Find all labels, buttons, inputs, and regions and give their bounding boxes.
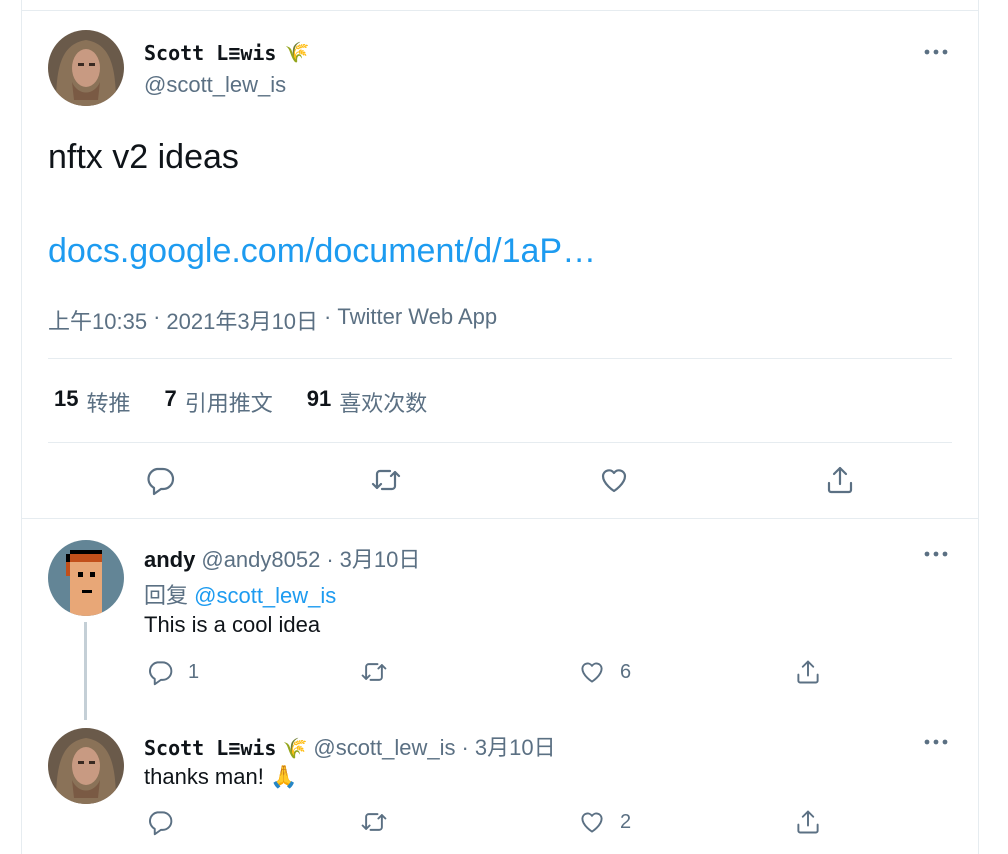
reply-bubble-icon (149, 661, 173, 686)
share-icon (797, 810, 819, 834)
replying-to-mention[interactable]: @scott_lew_is (194, 583, 336, 608)
like-count: 6 (620, 660, 632, 683)
reply-avatar[interactable] (48, 728, 124, 804)
reply-date[interactable]: 3月10日 (475, 730, 556, 762)
reply-avatar[interactable] (48, 540, 124, 616)
more-horizontal-icon[interactable] (920, 42, 952, 62)
tweet-meta: 上午10:35 · 2021年3月10日 · Twitter Web App (48, 304, 497, 336)
author-handle[interactable]: @scott_lew_is (144, 72, 286, 98)
retweet-button[interactable] (360, 658, 402, 686)
share-button[interactable] (794, 808, 822, 836)
reply-text: This is a cool idea (144, 612, 321, 637)
meta-separator: · (324, 304, 332, 329)
stat-number: 7 (164, 386, 177, 411)
dot-separator: · (326, 547, 334, 572)
reply-author-name[interactable]: andy (144, 547, 195, 573)
tweet-link[interactable]: docs.google.com/document/d/1aP… (48, 232, 596, 271)
share-icon (827, 466, 853, 494)
retweets-stat[interactable]: 15 转推 (54, 386, 131, 418)
heart-icon (581, 662, 603, 683)
wheat-emoji-icon: 🌾 (284, 42, 310, 64)
reply-date[interactable]: 3月10日 (340, 542, 421, 574)
author-display-name[interactable]: Scott L≡wis (144, 41, 276, 65)
retweet-button[interactable] (360, 808, 402, 836)
stat-label: 引用推文 (184, 391, 273, 416)
retweet-icon (361, 663, 387, 681)
top-divider (22, 10, 978, 11)
reply-bubble-icon (149, 811, 173, 836)
share-icon (797, 660, 819, 684)
stat-label: 喜欢次数 (339, 391, 428, 416)
more-horizontal-icon[interactable] (920, 732, 952, 752)
stat-label: 转推 (86, 391, 131, 416)
likes-stat[interactable]: 91 喜欢次数 (307, 386, 428, 418)
reply-author-handle[interactable]: @andy8052 (201, 547, 320, 573)
section-divider (22, 518, 978, 519)
retweet-icon (361, 813, 387, 831)
stat-number: 15 (54, 386, 79, 411)
author-avatar[interactable] (48, 30, 124, 106)
quote-tweets-stat[interactable]: 7 引用推文 (165, 386, 273, 418)
heart-icon (601, 469, 627, 493)
author-name-row[interactable]: Scott L≡wis 🌾 (144, 40, 309, 65)
divider (48, 442, 952, 443)
tweet-time[interactable]: 上午10:35 (48, 304, 147, 336)
reply-text: thanks man! 🙏 (144, 764, 298, 789)
replying-to-label: 回复 (144, 583, 189, 608)
like-button[interactable]: 6 (578, 658, 631, 686)
tweet-source-app[interactable]: Twitter Web App (337, 304, 497, 336)
reply-header: Scott L≡wis 🌾 @scott_lew_is · 3月10日 (144, 730, 556, 762)
reply-bubble-icon (147, 467, 175, 496)
tweet-detail-column: Scott L≡wis 🌾 @scott_lew_is nftx v2 idea… (21, 0, 979, 854)
heart-icon (581, 812, 603, 833)
wheat-emoji-icon: 🌾 (282, 738, 308, 760)
stat-number: 91 (306, 386, 332, 411)
reply-header: andy @andy8052 · 3月10日 (144, 542, 420, 574)
reply-author-handle[interactable]: @scott_lew_is (313, 735, 455, 761)
tweet-text: nftx v2 ideas (48, 138, 239, 176)
like-button[interactable] (598, 464, 630, 496)
retweet-button[interactable] (370, 464, 402, 496)
reply-button[interactable] (144, 464, 176, 496)
meta-separator: · (153, 304, 161, 329)
more-horizontal-icon[interactable] (920, 544, 952, 564)
dot-separator: · (461, 735, 469, 760)
like-count: 2 (620, 810, 632, 833)
tweet-date[interactable]: 2021年3月10日 (166, 304, 318, 336)
replying-to: 回复 @scott_lew_is (144, 578, 336, 610)
reply-button[interactable]: 1 (146, 658, 199, 686)
like-button[interactable]: 2 (578, 808, 631, 836)
share-button[interactable] (824, 464, 856, 496)
thread-connector (84, 622, 87, 720)
retweet-icon (371, 469, 401, 491)
reply-count: 1 (188, 660, 200, 683)
share-button[interactable] (794, 658, 822, 686)
engagement-stats: 15 转推 7 引用推文 91 喜欢次数 (54, 386, 427, 418)
reply-author-name[interactable]: Scott L≡wis (144, 736, 276, 760)
divider (48, 358, 952, 359)
reply-button[interactable] (146, 808, 188, 836)
